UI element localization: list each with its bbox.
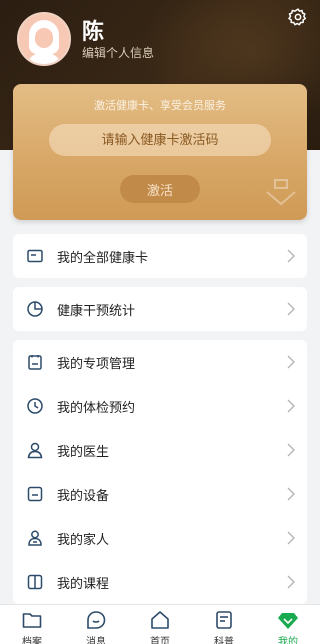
tab-label: 我的 xyxy=(278,637,298,644)
tab-science[interactable]: 科普 xyxy=(192,605,256,644)
group-health-cards: 我的全部健康卡 xyxy=(13,234,307,278)
activation-code-input[interactable] xyxy=(49,124,271,156)
gear-icon[interactable] xyxy=(288,7,308,27)
device-icon xyxy=(27,486,43,502)
menu-label: 我的体检预约 xyxy=(57,401,136,416)
home-icon xyxy=(151,611,169,629)
menu-item-device[interactable]: 我的设备 xyxy=(13,472,307,516)
folder-icon xyxy=(22,613,42,628)
avatar[interactable] xyxy=(17,12,71,66)
chevron-right-icon xyxy=(287,249,295,263)
health-card-activation: 激活健康卡、享受会员服务 激活 xyxy=(13,84,307,220)
article-icon xyxy=(216,611,232,629)
avatar-body xyxy=(25,52,63,64)
chat-bubble-icon xyxy=(87,611,106,629)
card-icon xyxy=(27,249,43,263)
chevron-right-icon xyxy=(287,355,295,369)
user-name: 陈 xyxy=(82,20,105,45)
menu-label: 我的专项管理 xyxy=(57,357,136,372)
tab-label: 首页 xyxy=(150,637,170,644)
bottom-tab-bar: 档案 消息 首页 科普 我的 xyxy=(0,604,320,644)
family-icon xyxy=(28,530,42,546)
tab-mine[interactable]: 我的 xyxy=(256,605,320,644)
group-services: 我的专项管理 我的体检预约 我的医生 我的设备 我的家人 我的课程 xyxy=(13,340,307,604)
chevron-right-icon xyxy=(287,531,295,545)
menu-item-family[interactable]: 我的家人 xyxy=(13,516,307,560)
menu-label: 我的医生 xyxy=(57,445,110,460)
card-watermark-icon xyxy=(266,179,296,206)
diamond-icon xyxy=(278,613,298,629)
menu-item-doctor[interactable]: 我的医生 xyxy=(13,428,307,472)
chevron-right-icon xyxy=(287,443,295,457)
menu-item-all-cards[interactable]: 我的全部健康卡 xyxy=(13,234,307,278)
book-icon xyxy=(27,574,43,590)
menu-item-checkup[interactable]: 我的体检预约 xyxy=(13,384,307,428)
group-stats: 健康干预统计 xyxy=(13,287,307,331)
doctor-icon xyxy=(27,442,43,459)
tab-records[interactable]: 档案 xyxy=(0,605,64,644)
card-tagline: 激活健康卡、享受会员服务 xyxy=(94,99,226,112)
pie-chart-icon xyxy=(27,301,43,317)
menu-item-courses[interactable]: 我的课程 xyxy=(13,560,307,604)
chevron-right-icon xyxy=(287,487,295,501)
menu-label: 我的课程 xyxy=(57,577,110,592)
tab-label: 消息 xyxy=(86,637,106,644)
tab-messages[interactable]: 消息 xyxy=(64,605,128,644)
chevron-right-icon xyxy=(287,399,295,413)
menu-label: 我的家人 xyxy=(57,533,110,548)
menu-label: 我的全部健康卡 xyxy=(57,251,149,266)
chevron-right-icon xyxy=(287,575,295,589)
menu-label: 健康干预统计 xyxy=(57,304,136,319)
clipboard-icon xyxy=(28,355,42,370)
clock-icon xyxy=(27,398,43,414)
menu-item-intervention-stats[interactable]: 健康干预统计 xyxy=(13,287,307,331)
tab-label: 档案 xyxy=(22,637,42,644)
edit-profile-link[interactable]: 编辑个人信息 xyxy=(82,44,154,61)
chevron-right-icon xyxy=(287,302,295,316)
menu-label: 我的设备 xyxy=(57,489,110,504)
activate-button[interactable]: 激活 xyxy=(120,175,200,203)
menu-item-special-management[interactable]: 我的专项管理 xyxy=(13,340,307,384)
tab-home[interactable]: 首页 xyxy=(128,605,192,644)
tab-label: 科普 xyxy=(214,637,234,644)
avatar-face xyxy=(35,28,53,48)
